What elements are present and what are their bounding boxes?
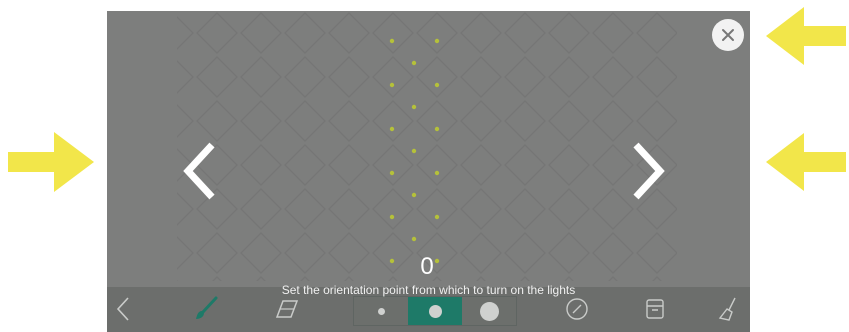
compass-icon bbox=[566, 298, 588, 320]
medium-dot-icon bbox=[428, 304, 442, 318]
size-medium-option[interactable] bbox=[408, 297, 462, 325]
chevron-left-icon bbox=[183, 142, 215, 200]
brush-tool-button[interactable] bbox=[187, 295, 223, 323]
annotation-arrow-middle-right-pointing-left bbox=[766, 133, 846, 191]
clear-button[interactable] bbox=[713, 295, 743, 323]
instruction-text: Set the orientation point from which to … bbox=[281, 283, 576, 297]
light-panel-editor: 0 Set the orientation point from which t… bbox=[107, 11, 750, 332]
next-button[interactable] bbox=[628, 141, 668, 201]
orientation-counter: 0 bbox=[420, 253, 434, 280]
annotation-arrow-left-pointing-right bbox=[8, 132, 94, 192]
brush-icon bbox=[196, 296, 218, 319]
size-small-option[interactable] bbox=[354, 297, 408, 325]
broom-icon bbox=[718, 297, 736, 321]
back-icon bbox=[116, 297, 129, 321]
chevron-right-icon bbox=[633, 142, 665, 200]
large-dot-icon bbox=[479, 301, 499, 321]
close-icon bbox=[722, 29, 734, 41]
eraser-tool-button[interactable] bbox=[269, 295, 305, 323]
orientation-tool-button[interactable] bbox=[559, 295, 595, 323]
close-button[interactable] bbox=[712, 19, 744, 51]
previous-button[interactable] bbox=[180, 141, 220, 201]
size-large-option[interactable] bbox=[462, 297, 516, 325]
eraser-icon bbox=[275, 300, 299, 318]
small-dot-icon bbox=[377, 307, 385, 315]
save-icon bbox=[646, 299, 664, 319]
save-button[interactable] bbox=[637, 295, 673, 323]
annotation-arrow-top-right-pointing-left bbox=[766, 7, 846, 65]
brush-size-selector bbox=[353, 296, 517, 326]
back-button[interactable] bbox=[113, 295, 133, 323]
